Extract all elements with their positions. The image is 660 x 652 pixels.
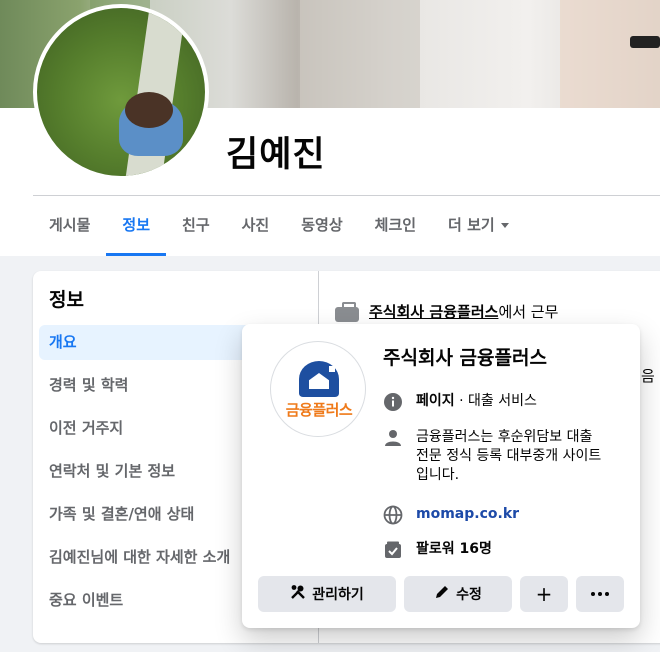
tab-posts[interactable]: 게시물 xyxy=(33,196,106,256)
page-type: 페이지 xyxy=(416,393,455,409)
about-heading: 정보 xyxy=(49,289,84,311)
tab-label: 사진 xyxy=(241,216,270,234)
briefcase-icon xyxy=(335,301,359,322)
hover-card-actions: 관리하기 수정 + xyxy=(258,576,624,612)
tools-icon xyxy=(290,584,306,604)
profile-tabs: 게시물 정보 친구 사진 동영상 체크인 더 보기 xyxy=(33,196,525,256)
tab-videos[interactable]: 동영상 xyxy=(285,196,358,256)
profile-header: 김예진 게시물 정보 친구 사진 동영상 체크인 더 보기 xyxy=(0,0,660,256)
page-followers-row: 팔로워 16명 xyxy=(383,540,492,560)
work-entry: 주식회사 금융플러스에서 근무 xyxy=(335,301,558,322)
tab-label: 더 보기 xyxy=(448,216,495,234)
page-followers: 팔로워 16명 xyxy=(416,541,492,557)
tab-photos[interactable]: 사진 xyxy=(226,196,286,256)
page-website-row: momap.co.kr xyxy=(383,505,519,525)
more-options-button[interactable] xyxy=(576,576,624,612)
manage-button[interactable]: 관리하기 xyxy=(258,576,396,612)
tab-about[interactable]: 정보 xyxy=(106,196,166,256)
tab-checkins[interactable]: 체크인 xyxy=(359,196,432,256)
page-description-row: 금융플러스는 후순위담보 대출 전문 정식 등록 대부중개 사이트입니다. xyxy=(383,428,606,485)
tab-more[interactable]: 더 보기 xyxy=(432,196,525,256)
tab-label: 게시물 xyxy=(49,216,91,234)
page-website-link[interactable]: momap.co.kr xyxy=(416,505,519,525)
tab-label: 친구 xyxy=(182,216,210,234)
person-icon xyxy=(383,428,403,448)
edit-button[interactable]: 수정 xyxy=(404,576,512,612)
more-dots-icon xyxy=(591,592,609,596)
tab-label: 체크인 xyxy=(374,216,417,234)
page-logo[interactable]: 금융플러스 xyxy=(270,341,366,437)
info-icon xyxy=(383,392,403,412)
work-company-link[interactable]: 주식회사 금융플러스 xyxy=(369,303,498,321)
check-box-icon xyxy=(383,540,403,560)
logo-text: 금융플러스 xyxy=(285,401,353,419)
profile-avatar[interactable] xyxy=(33,4,209,180)
page-description: 금융플러스는 후순위담보 대출 전문 정식 등록 대부중개 사이트입니다. xyxy=(416,429,602,483)
work-suffix: 에서 근무 xyxy=(498,303,559,321)
globe-icon xyxy=(383,505,403,525)
plus-icon: + xyxy=(535,582,553,606)
page-title[interactable]: 주식회사 금융플러스 xyxy=(383,343,547,370)
add-button[interactable]: + xyxy=(520,576,568,612)
page-category: 대출 서비스 xyxy=(468,393,537,409)
tab-friends[interactable]: 친구 xyxy=(166,196,226,256)
page-category-row: 페이지 · 대출 서비스 xyxy=(383,392,537,412)
pencil-icon xyxy=(434,584,450,604)
obscured-text: 음 xyxy=(641,367,655,385)
page-hover-card: 금융플러스 주식회사 금융플러스 페이지 · 대출 서비스 금융플러스는 후순위… xyxy=(242,324,640,628)
tab-label: 동영상 xyxy=(301,216,343,234)
caret-down-icon xyxy=(500,223,509,228)
profile-name: 김예진 xyxy=(226,135,326,175)
tab-label: 정보 xyxy=(122,216,151,234)
